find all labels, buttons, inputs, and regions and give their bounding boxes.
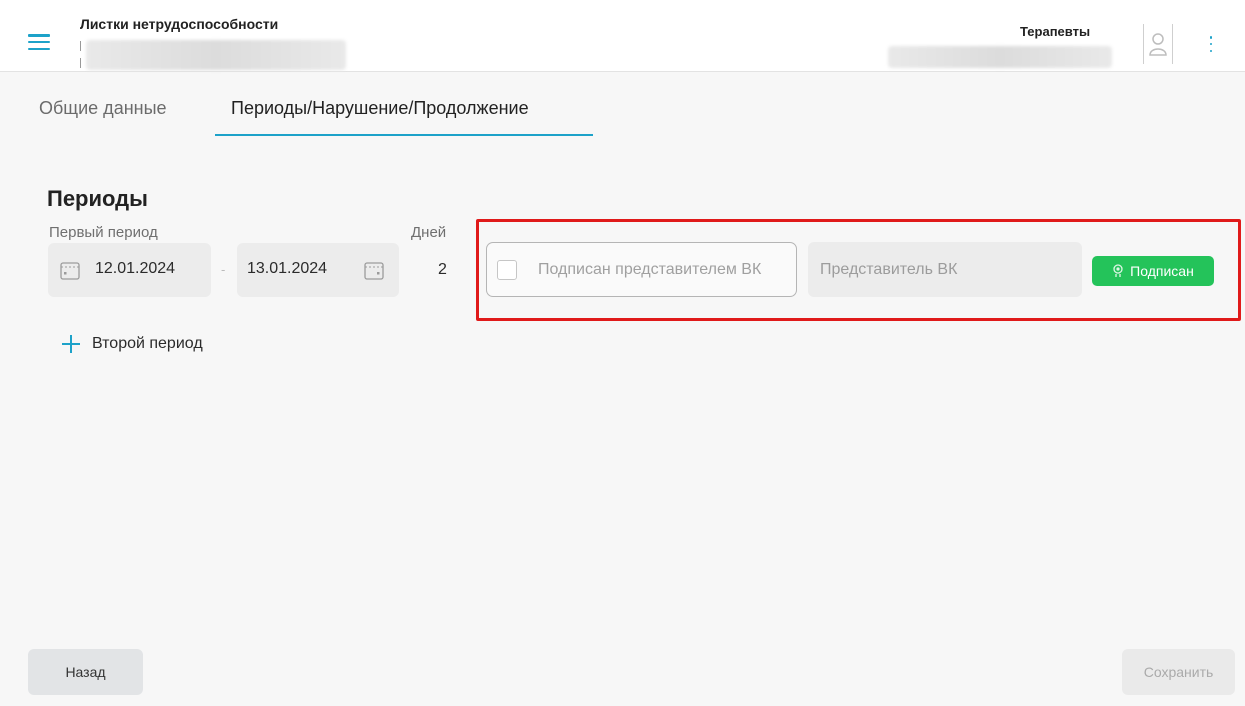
signed-button[interactable]: Подписан: [1092, 256, 1214, 286]
days-value: 2: [438, 261, 447, 278]
signed-button-label: Подписан: [1130, 263, 1194, 279]
date-to-value: 13.01.2024: [247, 260, 328, 277]
vk-signed-checkbox-field[interactable]: Подписан представителем ВК: [486, 242, 797, 297]
redacted-patient-info: [86, 40, 346, 70]
redacted-user-info: [888, 46, 1112, 68]
department-name: Терапевты: [1020, 24, 1091, 39]
plus-icon: [62, 335, 80, 353]
more-vert-icon[interactable]: [1207, 36, 1215, 52]
vk-signed-label: Подписан представителем ВК: [538, 261, 762, 278]
back-button[interactable]: Назад: [28, 649, 143, 695]
signature-icon: [1113, 264, 1123, 277]
vk-representative-field[interactable]: [808, 242, 1082, 297]
page-title: Листки нетрудоспособности: [80, 16, 279, 32]
add-period-label: Второй период: [92, 335, 203, 352]
tab-general[interactable]: Общие данные: [39, 98, 167, 119]
tab-periods[interactable]: Периоды/Нарушение/Продолжение: [231, 98, 529, 119]
user-icon: [1149, 33, 1167, 56]
date-to-field[interactable]: 13.01.2024: [237, 243, 399, 297]
days-label: Дней: [411, 224, 447, 241]
calendar-icon: [60, 262, 80, 280]
menu-icon[interactable]: [28, 34, 50, 50]
date-separator: -: [221, 262, 226, 277]
calendar-icon: [364, 262, 384, 280]
vk-representative-input[interactable]: [808, 242, 1082, 297]
add-second-period-button[interactable]: Второй период: [62, 332, 203, 356]
first-period-label: Первый период: [49, 224, 158, 241]
app-header: Листки нетрудоспособности Терапевты: [0, 0, 1245, 72]
vk-signed-checkbox[interactable]: [497, 260, 517, 280]
text-caret: [80, 41, 81, 51]
date-from-field[interactable]: 12.01.2024: [48, 243, 211, 297]
active-tab-indicator: [215, 134, 593, 136]
section-title-periods: Периоды: [47, 186, 148, 211]
date-from-value: 12.01.2024: [95, 260, 176, 277]
user-profile-button[interactable]: [1143, 24, 1173, 64]
text-caret: [80, 58, 81, 68]
save-button[interactable]: Сохранить: [1122, 649, 1235, 695]
